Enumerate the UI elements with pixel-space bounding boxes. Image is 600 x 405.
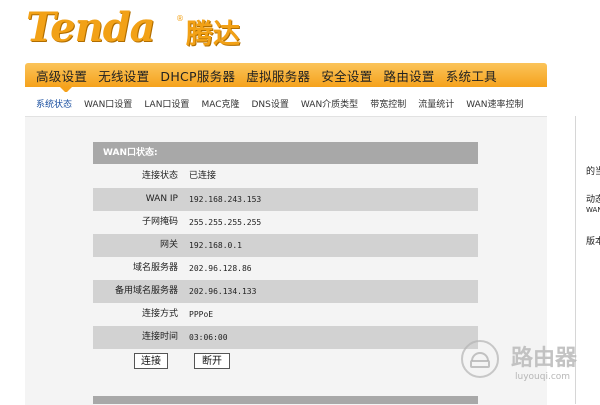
help-text-3: WAN <box>586 206 600 214</box>
row-value: 255.255.255.255 <box>189 218 262 227</box>
submenu-system-status[interactable]: 系统状态 <box>36 97 72 110</box>
submenu-wan-settings[interactable]: WAN口设置 <box>84 97 132 110</box>
menu-item-system-tools[interactable]: 系统工具 <box>435 66 497 85</box>
menu-item-advanced[interactable]: 高级设置 <box>25 66 87 85</box>
help-text-4: 版本 <box>586 237 600 247</box>
connect-button[interactable]: 连接 <box>134 353 168 369</box>
menu-item-routing[interactable]: 路由设置 <box>373 66 435 85</box>
brand-logo-en: Tenda <box>26 4 156 51</box>
submenu-lan-settings[interactable]: LAN口设置 <box>144 97 189 110</box>
row-label: 连接方式 <box>141 309 178 319</box>
menu-item-security[interactable]: 安全设置 <box>310 66 372 85</box>
table-row: 网关 192.168.0.1 <box>93 234 478 257</box>
next-section-bar <box>93 396 478 404</box>
sub-menu: 系统状态 WAN口设置 LAN口设置 MAC克隆 DNS设置 WAN介质类型 带… <box>0 92 600 114</box>
help-text-2: 动态 <box>586 195 600 205</box>
brand-logo-cn: 腾达 <box>186 19 240 50</box>
row-label: 子网掩码 <box>141 217 178 227</box>
row-value: 03:06:00 <box>189 333 228 342</box>
wan-status-title: WAN口状态: <box>93 142 478 164</box>
menu-item-virtual-server[interactable]: 虚拟服务器 <box>235 66 310 85</box>
submenu-traffic-stats[interactable]: 流量统计 <box>418 97 454 110</box>
row-label: WAN IP <box>145 194 178 204</box>
row-label: 备用域名服务器 <box>114 286 178 296</box>
row-value: 192.168.243.153 <box>189 195 262 204</box>
table-row: 连接时间 03:06:00 <box>93 326 478 349</box>
submenu-wan-rate-control[interactable]: WAN速率控制 <box>466 97 523 110</box>
watermark-text-cn: 路由器 <box>511 346 578 371</box>
submenu-dns-settings[interactable]: DNS设置 <box>252 97 289 110</box>
disconnect-button[interactable]: 断开 <box>194 353 230 369</box>
submenu-mac-clone[interactable]: MAC克隆 <box>201 97 239 110</box>
submenu-bandwidth-control[interactable]: 带宽控制 <box>370 97 406 110</box>
brand-registered-mark: ® <box>176 14 184 23</box>
row-value: 192.168.0.1 <box>189 241 242 250</box>
table-row: WAN IP 192.168.243.153 <box>93 188 478 211</box>
header: Tenda ® 腾达 <box>0 0 600 62</box>
row-value: 202.96.134.133 <box>189 287 257 296</box>
menu-item-wireless[interactable]: 无线设置 <box>87 66 149 85</box>
table-row: 子网掩码 255.255.255.255 <box>93 211 478 234</box>
watermark-text-en: luyouqi.com <box>515 372 571 382</box>
router-logo-icon <box>461 340 499 378</box>
help-text-1: 的当 <box>586 167 600 177</box>
watermark: 路由器 luyouqi.com <box>455 336 595 390</box>
main-menu: 高级设置 无线设置 DHCP服务器 虚拟服务器 安全设置 路由设置 系统工具 <box>25 63 547 87</box>
submenu-wan-medium[interactable]: WAN介质类型 <box>301 97 358 110</box>
row-label: 网关 <box>159 240 178 250</box>
table-row: 域名服务器 202.96.128.86 <box>93 257 478 280</box>
row-value: 已连接 <box>189 171 217 181</box>
row-label: 连接时间 <box>141 332 178 342</box>
table-row: 连接状态 已连接 <box>93 165 478 188</box>
table-row: 连接方式 PPPoE <box>93 303 478 326</box>
row-value: 202.96.128.86 <box>189 264 252 273</box>
row-label: 域名服务器 <box>132 263 178 273</box>
row-value: PPPoE <box>189 310 214 319</box>
row-label: 连接状态 <box>141 171 178 181</box>
table-row: 备用域名服务器 202.96.134.133 <box>93 280 478 303</box>
menu-item-dhcp[interactable]: DHCP服务器 <box>149 66 235 85</box>
